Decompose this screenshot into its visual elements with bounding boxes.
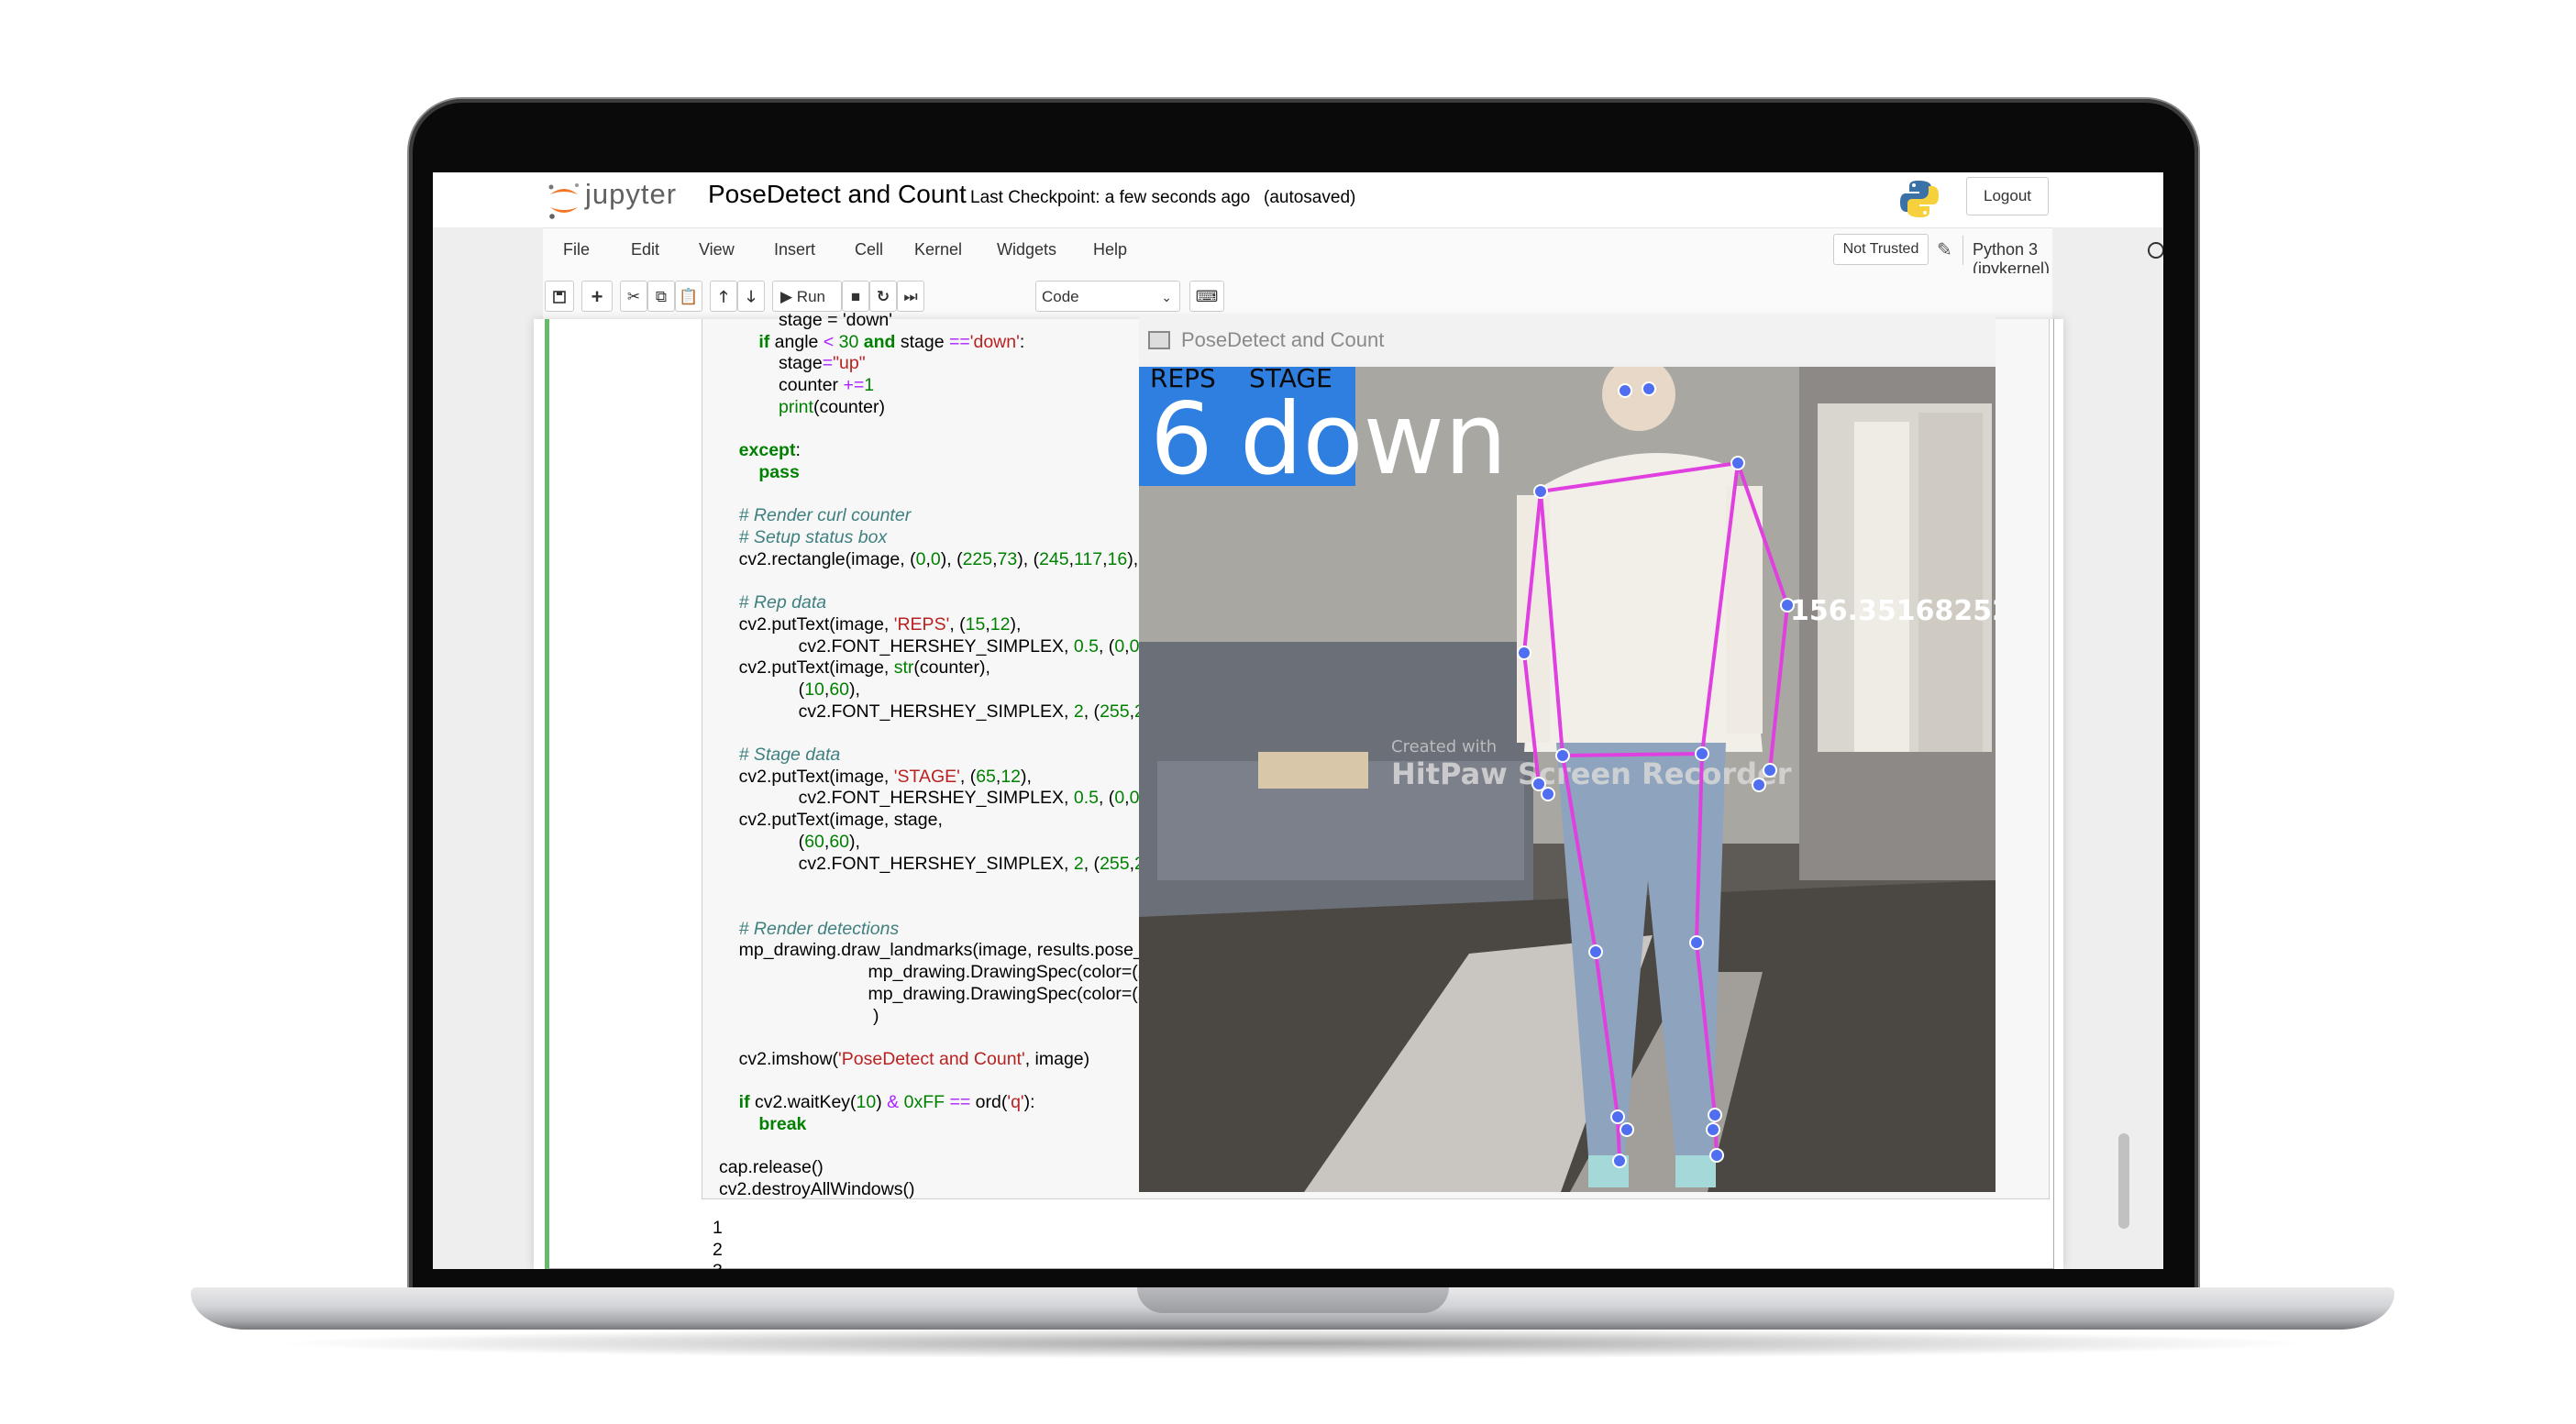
logout-button[interactable]: Logout	[1966, 177, 2049, 215]
not-trusted-button[interactable]: Not Trusted	[1833, 234, 1929, 265]
cell-output: 123	[713, 1218, 723, 1269]
jupyter-header: jupyter PoseDetect and Count Last Checkp…	[433, 172, 2163, 227]
save-button[interactable]	[545, 281, 574, 312]
move-down-button[interactable]: 🡓	[737, 281, 765, 312]
page-scrollbar[interactable]	[2118, 1133, 2129, 1229]
stage-value: down	[1240, 382, 1507, 497]
opencv-window-title: PoseDetect and Count	[1181, 328, 1385, 351]
python-logo-icon	[1900, 181, 1939, 217]
restart-button[interactable]: ↻	[869, 281, 897, 312]
stop-icon: ■	[850, 288, 861, 305]
chevron-down-icon: ⌄	[1161, 290, 1172, 304]
opencv-window[interactable]: PoseDetect and Count REPS STAGE 6 down C…	[1139, 315, 1996, 1192]
pose-frame-image: REPS STAGE 6 down Created with HitPaw Sc…	[1139, 367, 1996, 1192]
copy-icon: ⧉	[655, 288, 668, 305]
run-label: Run	[796, 288, 825, 305]
arrow-up-icon: 🡑	[719, 288, 728, 305]
menu-edit[interactable]: Edit	[631, 240, 659, 259]
webcam-frame: REPS STAGE 6 down Created with HitPaw Sc…	[1139, 367, 1996, 1192]
paste-icon: 📋	[679, 288, 699, 305]
pencil-icon[interactable]: ✎	[1937, 238, 1952, 261]
watermark-text: HitPaw Screen Recorder	[1391, 756, 1792, 791]
menu-kernel[interactable]: Kernel	[914, 240, 962, 259]
menu-cell[interactable]: Cell	[855, 240, 883, 259]
run-button[interactable]: ▶ Run	[772, 281, 842, 312]
elbow-angle-label: 156.35168252	[1790, 595, 1996, 627]
output-line: 2	[713, 1239, 723, 1260]
save-icon	[553, 291, 566, 304]
restart-run-all-button[interactable]: ⏭	[897, 281, 924, 312]
cell-type-select[interactable]: Code ⌄	[1035, 281, 1180, 312]
insert-cell-button[interactable]: +	[581, 281, 613, 312]
kernel-separator	[1962, 236, 1963, 265]
arrow-down-icon: 🡓	[746, 288, 756, 305]
notebook-title[interactable]: PoseDetect and Count	[708, 180, 967, 209]
watermark-small: Created with	[1391, 737, 1497, 756]
jupyter-logo-icon[interactable]	[547, 182, 581, 220]
move-up-button[interactable]: 🡑	[710, 281, 737, 312]
menubar: File Edit View Insert Cell Kernel Widget…	[543, 227, 2163, 278]
output-line: 1	[713, 1218, 723, 1238]
window-app-icon	[1148, 331, 1170, 349]
cut-button[interactable]: ✂	[620, 281, 647, 312]
menu-file[interactable]: File	[563, 240, 590, 259]
interrupt-button[interactable]: ■	[842, 281, 869, 312]
laptop-notch	[1137, 1287, 1449, 1313]
opencv-titlebar[interactable]: PoseDetect and Count	[1139, 315, 1996, 363]
cell-type-value: Code	[1042, 288, 1079, 305]
laptop-screen: jupyter PoseDetect and Count Last Checkp…	[433, 172, 2163, 1269]
scissors-icon: ✂	[626, 288, 641, 305]
output-line: 3	[713, 1261, 723, 1269]
command-palette-button[interactable]: ⌨	[1189, 281, 1224, 312]
fast-forward-icon: ⏭	[903, 288, 918, 305]
paste-button[interactable]: 📋	[675, 281, 702, 312]
checkpoint-status: Last Checkpoint: a few seconds ago	[970, 188, 1251, 207]
autosave-status: (autosaved)	[1264, 188, 1356, 207]
menu-view[interactable]: View	[699, 240, 735, 259]
copy-button[interactable]: ⧉	[647, 281, 675, 312]
rep-counter: 6	[1150, 382, 1213, 497]
keyboard-icon: ⌨	[1195, 288, 1219, 305]
laptop-shadow	[266, 1328, 2320, 1359]
jupyter-logo-text[interactable]: jupyter	[585, 178, 677, 211]
menu-widgets[interactable]: Widgets	[997, 240, 1056, 259]
menu-insert[interactable]: Insert	[774, 240, 815, 259]
menu-help[interactable]: Help	[1093, 240, 1127, 259]
kernel-idle-icon	[2148, 242, 2163, 259]
plus-icon: +	[591, 285, 603, 308]
restart-icon: ↻	[876, 288, 890, 305]
play-icon: ▶	[780, 288, 797, 305]
